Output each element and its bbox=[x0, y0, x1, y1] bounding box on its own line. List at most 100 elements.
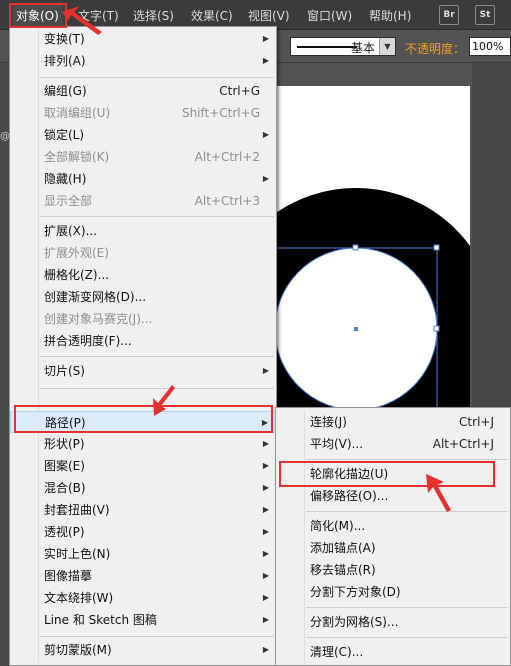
menu-separator bbox=[306, 637, 508, 638]
menu-item-shape[interactable]: 形状(P) ▶ bbox=[10, 433, 276, 455]
menu-separator bbox=[306, 607, 508, 608]
object-menu: 变换(T) ▶ 排列(A) ▶ 编组(G) Ctrl+G 取消编组(U) Shift+C… bbox=[9, 26, 277, 666]
menu-item-slice[interactable]: 切片(S) ▶ bbox=[10, 360, 276, 382]
menu-item-label: 混合(B) bbox=[44, 481, 86, 495]
menu-view[interactable]: 视图(V) bbox=[248, 7, 290, 25]
menu-item-clean-up[interactable]: 清理(C)... bbox=[276, 641, 510, 663]
opacity-label[interactable]: 不透明度： bbox=[405, 40, 465, 57]
menu-item-average[interactable]: 平均(V)... Alt+Ctrl+J bbox=[276, 433, 510, 455]
annotation-box-object-menu bbox=[9, 3, 67, 28]
bbox-handle-corner bbox=[433, 244, 440, 251]
menu-item-label: 添加锚点(A) bbox=[310, 541, 376, 555]
annotation-arrow-2 bbox=[153, 385, 175, 416]
bridge-button[interactable]: Br bbox=[439, 5, 459, 25]
menu-item-label: 锁定(L) bbox=[44, 128, 85, 142]
menu-item-lock[interactable]: 锁定(L) ▶ bbox=[10, 124, 276, 146]
menu-item-line-sketch[interactable]: Line 和 Sketch 图稿 ▶ bbox=[10, 609, 276, 631]
menu-item-add-anchor-points[interactable]: 添加锚点(A) bbox=[276, 537, 510, 559]
menu-item-shortcut: Alt+Ctrl+2 bbox=[194, 150, 260, 164]
center-point bbox=[354, 327, 358, 331]
menu-item-divide-objects-below[interactable]: 分割下方对象(D) bbox=[276, 581, 510, 603]
menu-item-live-paint[interactable]: 实时上色(N) ▶ bbox=[10, 543, 276, 565]
menu-item-show-all[interactable]: 显示全部 Alt+Ctrl+3 bbox=[10, 190, 276, 212]
menu-item-hide[interactable]: 隐藏(H) ▶ bbox=[10, 168, 276, 190]
menu-separator bbox=[306, 459, 508, 460]
menu-item-label: 平均(V)... bbox=[310, 437, 364, 451]
menu-item-unlock-all[interactable]: 全部解锁(K) Alt+Ctrl+2 bbox=[10, 146, 276, 168]
menu-item-label: 分割为网格(S)... bbox=[310, 615, 399, 629]
menu-item-split-into-grid[interactable]: 分割为网格(S)... bbox=[276, 611, 510, 633]
menu-item-label: 全部解锁(K) bbox=[44, 150, 110, 164]
menu-item-object-mosaic[interactable]: 创建对象马赛克(J)... bbox=[10, 308, 276, 330]
menu-help[interactable]: 帮助(H) bbox=[369, 7, 411, 25]
menu-item-transform[interactable]: 变换(T) ▶ bbox=[10, 28, 276, 50]
menu-item-ungroup[interactable]: 取消编组(U) Shift+Ctrl+G bbox=[10, 102, 276, 124]
triangle-right-icon: ▶ bbox=[262, 130, 269, 139]
menu-item-arrange[interactable]: 排列(A) ▶ bbox=[10, 50, 276, 72]
menu-effect[interactable]: 效果(C) bbox=[191, 7, 233, 25]
menu-item-gradient-mesh[interactable]: 创建渐变网格(D)... bbox=[10, 286, 276, 308]
menu-item-shortcut: Ctrl+J bbox=[459, 415, 494, 429]
triangle-right-icon: ▶ bbox=[262, 461, 269, 470]
anchor-point-right bbox=[433, 325, 440, 332]
menu-item-expand-appearance[interactable]: 扩展外观(E) bbox=[10, 242, 276, 264]
menu-item-shortcut: Shift+Ctrl+G bbox=[181, 106, 260, 120]
triangle-right-icon: ▶ bbox=[262, 645, 269, 654]
opacity-input[interactable]: 100% bbox=[469, 37, 511, 56]
menu-item-join[interactable]: 连接(J) Ctrl+J bbox=[276, 411, 510, 433]
menu-separator bbox=[40, 77, 274, 78]
menu-item-image-trace[interactable]: 图像描摹 ▶ bbox=[10, 565, 276, 587]
stroke-preview bbox=[297, 46, 357, 48]
chevron-down-icon[interactable]: ▼ bbox=[379, 38, 395, 55]
menu-item-blend[interactable]: 混合(B) ▶ bbox=[10, 477, 276, 499]
anchor-point-top bbox=[352, 244, 359, 251]
menu-item-text-wrap[interactable]: 文本绕排(W) ▶ bbox=[10, 587, 276, 609]
menu-item-label: 图案(E) bbox=[44, 459, 85, 473]
menu-item-label: 清理(C)... bbox=[310, 645, 364, 659]
triangle-right-icon: ▶ bbox=[262, 571, 269, 580]
menu-item-label: 剪切蒙版(M) bbox=[44, 643, 112, 657]
menu-item-label: 透视(P) bbox=[44, 525, 85, 539]
menu-item-shortcut: Alt+Ctrl+J bbox=[432, 437, 494, 451]
menu-item-shortcut: Ctrl+G bbox=[219, 84, 260, 98]
menu-item-expand[interactable]: 扩展(X)... bbox=[10, 220, 276, 242]
menu-item-flatten-transparency[interactable]: 拼合透明度(F)... bbox=[10, 330, 276, 352]
menu-item-label: 实时上色(N) bbox=[44, 547, 111, 561]
menu-item-label: 扩展外观(E) bbox=[44, 246, 109, 260]
menu-window[interactable]: 窗口(W) bbox=[307, 7, 352, 25]
menu-item-label: 栅格化(Z)... bbox=[44, 268, 110, 282]
menu-item-pattern[interactable]: 图案(E) ▶ bbox=[10, 455, 276, 477]
menu-item-label: 取消编组(U) bbox=[44, 106, 111, 120]
menu-item-simplify[interactable]: 简化(M)... bbox=[276, 515, 510, 537]
menu-item-shortcut: Alt+Ctrl+3 bbox=[194, 194, 260, 208]
menu-item-rasterize[interactable]: 栅格化(Z)... bbox=[10, 264, 276, 286]
annotation-box-outline-stroke bbox=[279, 461, 495, 487]
stroke-profile-label: 基本 bbox=[350, 41, 375, 55]
menu-item-label: 封套扭曲(V) bbox=[44, 503, 110, 517]
triangle-right-icon: ▶ bbox=[262, 593, 269, 602]
menu-separator bbox=[40, 216, 274, 217]
menu-item-offset-path[interactable]: 偏移路径(O)... bbox=[276, 485, 510, 507]
stock-button[interactable]: St bbox=[475, 5, 495, 25]
triangle-right-icon: ▶ bbox=[262, 527, 269, 536]
menu-item-perspective[interactable]: 透视(P) ▶ bbox=[10, 521, 276, 543]
menu-select[interactable]: 选择(S) bbox=[133, 7, 174, 25]
menu-item-label: 排列(A) bbox=[44, 54, 86, 68]
menu-item-label: 创建对象马赛克(J)... bbox=[44, 312, 153, 326]
menu-item-label: 偏移路径(O)... bbox=[310, 489, 389, 503]
menu-item-envelope-distort[interactable]: 封套扭曲(V) ▶ bbox=[10, 499, 276, 521]
triangle-right-icon: ▶ bbox=[262, 483, 269, 492]
path-submenu: 连接(J) Ctrl+J 平均(V)... Alt+Ctrl+J 轮廓化描边(U) … bbox=[275, 407, 511, 666]
menu-item-remove-anchor-points[interactable]: 移去锚点(R) bbox=[276, 559, 510, 581]
menu-item-clipping-mask[interactable]: 剪切蒙版(M) ▶ bbox=[10, 639, 276, 661]
menu-item-label: 移去锚点(R) bbox=[310, 563, 376, 577]
menu-item-group[interactable]: 编组(G) Ctrl+G bbox=[10, 80, 276, 102]
menu-item-label: 形状(P) bbox=[44, 437, 85, 451]
menu-separator bbox=[306, 511, 508, 512]
annotation-arrow-3 bbox=[426, 474, 451, 512]
menu-item-label: 显示全部 bbox=[44, 194, 93, 208]
stroke-profile-select[interactable]: 基本 ▼ bbox=[290, 37, 396, 56]
triangle-right-icon: ▶ bbox=[262, 615, 269, 624]
menu-item-label: 扩展(X)... bbox=[44, 224, 98, 238]
menu-item-label: 拼合透明度(F)... bbox=[44, 334, 132, 348]
